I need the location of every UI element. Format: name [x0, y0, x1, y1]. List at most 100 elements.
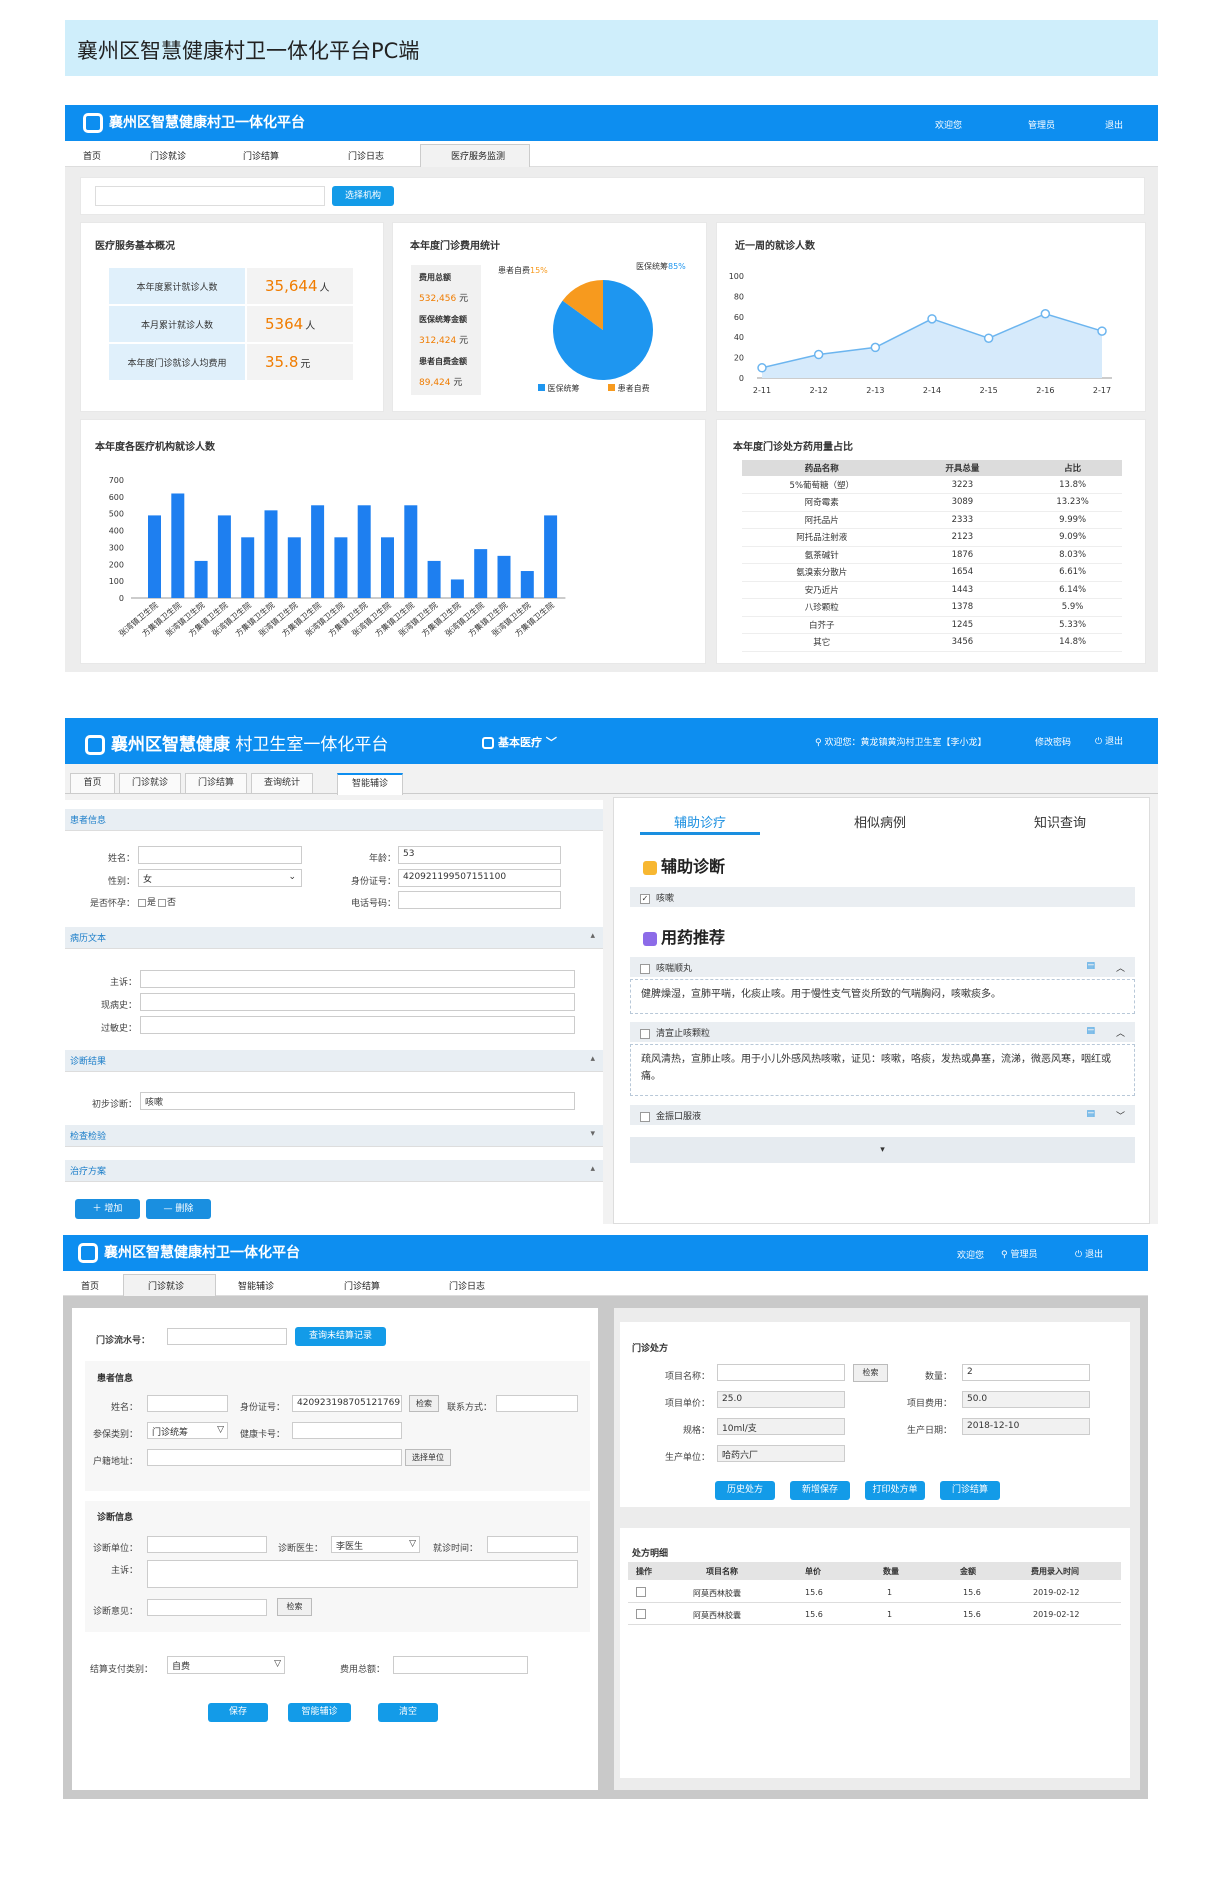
health-card-input[interactable] — [292, 1422, 402, 1439]
section-diagnosis[interactable]: 诊断结果 ▴ — [65, 1050, 603, 1072]
diag-opinion-input[interactable] — [147, 1599, 267, 1616]
logout-link[interactable]: ⏻ 退出 — [1095, 734, 1123, 747]
id-input[interactable]: 420921199507151100 — [398, 869, 561, 887]
nav-settlement[interactable]: 门诊结算 — [344, 1279, 380, 1292]
collapse-icon[interactable]: ▴ — [590, 1054, 595, 1064]
assist-item[interactable]: ✓ 咳嗽 — [630, 887, 1135, 907]
tab-smart-assist[interactable]: 智能辅诊 — [337, 773, 403, 795]
checkbox-icon[interactable] — [640, 1111, 650, 1122]
contact-input[interactable] — [496, 1395, 578, 1412]
section-patient-info[interactable]: 患者信息 — [65, 809, 603, 831]
pregnant-radio[interactable]: 是否 — [138, 895, 176, 908]
org-input[interactable] — [95, 186, 325, 206]
total-fee-input[interactable] — [393, 1656, 528, 1674]
item-search-button[interactable]: 检索 — [853, 1364, 888, 1382]
section-treatment[interactable]: 治疗方案 ▴ — [65, 1160, 603, 1182]
smart-assist-button[interactable]: 智能辅诊 — [288, 1703, 351, 1722]
insurance-type-select[interactable]: 门诊统筹 ▽ — [147, 1422, 228, 1439]
med-item-header[interactable]: 咳喘顺丸 ▤ ︿ — [630, 957, 1135, 977]
row-checkbox[interactable] — [636, 1587, 646, 1597]
pay-type-select[interactable]: 自费 ▽ — [167, 1656, 285, 1674]
expand-icon[interactable]: ▾ — [590, 1129, 595, 1139]
nav-outpatient[interactable]: 门诊就诊 — [150, 149, 186, 162]
nav-outpatient[interactable]: 门诊就诊 — [148, 1279, 184, 1292]
initial-diag-input[interactable]: 咳嗽 — [140, 1092, 575, 1110]
production-date-input[interactable]: 2018-12-10 — [962, 1418, 1090, 1435]
checkbox-yes[interactable] — [138, 898, 146, 907]
clear-button[interactable]: 清空 — [378, 1703, 438, 1722]
settle-button[interactable]: 门诊结算 — [940, 1481, 1000, 1500]
item-name-input[interactable] — [717, 1364, 845, 1381]
nav-home[interactable]: 首页 — [81, 1279, 99, 1292]
id-search-button[interactable]: 检索 — [409, 1395, 439, 1412]
chevron-down-icon[interactable]: ﹀ — [1116, 1109, 1125, 1122]
select-org-button[interactable]: 选择机构 — [332, 186, 394, 206]
document-icon[interactable]: ▤ — [1086, 961, 1095, 971]
age-input[interactable]: 53 — [398, 846, 561, 864]
section-exam[interactable]: 检查检验 ▾ — [65, 1125, 603, 1147]
logout-link[interactable]: 退出 — [1105, 118, 1123, 131]
name-input[interactable] — [138, 846, 302, 864]
add-save-button[interactable]: 新增保存 — [790, 1481, 850, 1500]
tab-similar[interactable]: 相似病例 — [820, 812, 940, 831]
checkbox-no[interactable] — [158, 898, 167, 907]
collapse-icon[interactable]: ▴ — [590, 931, 595, 941]
document-icon[interactable]: ▤ — [1086, 1026, 1095, 1036]
logout-link[interactable]: ⏻ 退出 — [1075, 1247, 1103, 1260]
quantity-input[interactable]: 2 — [962, 1364, 1090, 1381]
add-button[interactable]: ＋ 增加 — [75, 1199, 140, 1219]
nav-smart-assist[interactable]: 智能辅诊 — [238, 1279, 274, 1292]
nav-home[interactable]: 首页 — [83, 149, 101, 162]
checkbox-checked-icon[interactable]: ✓ — [640, 893, 650, 904]
chief-input[interactable] — [140, 970, 575, 988]
table-row[interactable]: 阿莫西林胶囊 15.6 1 15.6 2019-02-12 — [628, 1604, 1121, 1625]
present-input[interactable] — [140, 993, 575, 1011]
opinion-search-button[interactable]: 检索 — [277, 1598, 312, 1616]
checkbox-icon[interactable] — [640, 963, 650, 974]
chief-input[interactable] — [147, 1560, 578, 1588]
nav-log[interactable]: 门诊日志 — [449, 1279, 485, 1292]
basic-medical-menu[interactable]: 基本医疗 ﹀ — [482, 734, 557, 750]
phone-input[interactable] — [398, 891, 561, 909]
collapse-icon[interactable]: ▴ — [590, 1164, 595, 1174]
serial-input[interactable] — [167, 1328, 287, 1345]
manufacturer-input[interactable]: 哈药六厂 — [717, 1445, 845, 1462]
tab-assist[interactable]: 辅助诊疗 — [640, 812, 760, 831]
history-rx-button[interactable]: 历史处方 — [715, 1481, 775, 1500]
delete-button[interactable]: — 删除 — [146, 1199, 211, 1219]
row-checkbox[interactable] — [636, 1609, 646, 1619]
checkbox-icon[interactable] — [640, 1028, 650, 1039]
chevron-up-icon[interactable]: ︿ — [1116, 1026, 1125, 1039]
section-medical-record[interactable]: 病历文本 ▴ — [65, 927, 603, 949]
tab-settlement[interactable]: 门诊结算 — [185, 773, 247, 794]
nav-monitor[interactable]: 医疗服务监测 — [451, 149, 505, 162]
gender-select[interactable]: 女 ⌄ — [138, 869, 302, 887]
nav-settlement[interactable]: 门诊结算 — [243, 149, 279, 162]
doctor-select[interactable]: 李医生 ▽ — [331, 1536, 420, 1553]
visit-time-input[interactable] — [487, 1536, 578, 1553]
select-unit-button[interactable]: 选择单位 — [405, 1449, 451, 1466]
chevron-up-icon[interactable]: ︿ — [1116, 961, 1125, 974]
item-cost-input[interactable]: 50.0 — [962, 1391, 1090, 1408]
tab-outpatient[interactable]: 门诊就诊 — [119, 773, 181, 794]
tab-statistics[interactable]: 查询统计 — [251, 773, 313, 794]
save-button[interactable]: 保存 — [208, 1703, 268, 1722]
query-unsettled-button[interactable]: 查询未结算记录 — [295, 1327, 386, 1346]
tab-knowledge[interactable]: 知识查询 — [1000, 812, 1120, 831]
document-icon[interactable]: ▤ — [1086, 1109, 1095, 1119]
nav-log[interactable]: 门诊日志 — [348, 149, 384, 162]
change-password-link[interactable]: 修改密码 — [1035, 735, 1071, 748]
med-item-header[interactable]: 金振口服液 ▤ ﹀ — [630, 1105, 1135, 1125]
id-input[interactable]: 420923198705121769 — [292, 1395, 402, 1412]
print-rx-button[interactable]: 打印处方单 — [865, 1481, 925, 1500]
load-more-button[interactable]: ▾ — [630, 1137, 1135, 1163]
tab-home[interactable]: 首页 — [70, 773, 115, 794]
spec-input[interactable]: 10ml/支 — [717, 1418, 845, 1435]
allergy-input[interactable] — [140, 1016, 575, 1034]
name-input[interactable] — [147, 1395, 228, 1412]
address-input[interactable] — [147, 1449, 402, 1466]
med-item-header[interactable]: 清宣止咳颗粒 ▤ ︿ — [630, 1022, 1135, 1042]
diag-unit-input[interactable] — [147, 1536, 267, 1553]
unit-price-input[interactable]: 25.0 — [717, 1391, 845, 1408]
table-row[interactable]: 阿莫西林胶囊 15.6 1 15.6 2019-02-12 — [628, 1582, 1121, 1603]
